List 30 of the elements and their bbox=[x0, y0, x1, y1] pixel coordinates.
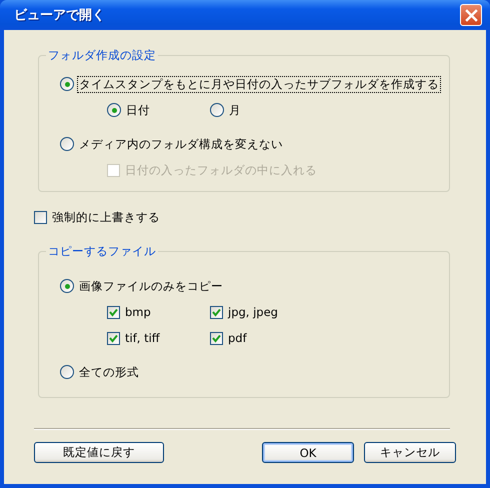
radio-button[interactable] bbox=[107, 103, 121, 117]
checkbox-label[interactable]: tif, tiff bbox=[123, 330, 162, 346]
checkbox[interactable] bbox=[210, 306, 223, 318]
dialog-button[interactable]: 既定値に戻す bbox=[34, 442, 164, 463]
radio-button[interactable] bbox=[210, 103, 224, 117]
radio-label[interactable]: 全ての形式 bbox=[77, 364, 141, 380]
radio-label[interactable]: 日付 bbox=[124, 102, 152, 118]
dialog-button[interactable]: OK bbox=[262, 442, 354, 463]
radio-label[interactable]: 画像ファイルのみをコピー bbox=[77, 278, 225, 294]
checkbox[interactable] bbox=[210, 332, 223, 344]
radio-label[interactable]: 月 bbox=[227, 102, 243, 118]
radio-label[interactable]: メディア内のフォルダ構成を変えない bbox=[77, 136, 285, 152]
radio-button[interactable] bbox=[60, 279, 74, 293]
dialog-button[interactable]: キャンセル bbox=[364, 442, 456, 463]
checkbox-label[interactable]: 強制的に上書きする bbox=[50, 208, 162, 226]
checkbox[interactable] bbox=[107, 306, 120, 318]
close-button[interactable] bbox=[460, 4, 482, 26]
radio-button[interactable] bbox=[60, 77, 74, 91]
checkbox-label[interactable]: jpg, jpeg bbox=[226, 304, 280, 320]
checkbox-label[interactable]: pdf bbox=[226, 330, 249, 346]
group-title: フォルダ作成の設定 bbox=[47, 48, 157, 63]
group-title: コピーするファイル bbox=[47, 244, 157, 259]
close-icon bbox=[464, 8, 478, 22]
window-title: ビューアで開く bbox=[14, 7, 105, 24]
radio-button[interactable] bbox=[60, 137, 74, 151]
checkbox[interactable] bbox=[34, 210, 47, 224]
radio-label[interactable]: タイムスタンプをもとに月や日付の入ったサブフォルダを作成する bbox=[77, 76, 441, 92]
checkbox-label[interactable]: bmp bbox=[123, 304, 153, 320]
radio-button[interactable] bbox=[60, 365, 74, 379]
checkbox[interactable] bbox=[107, 332, 120, 344]
